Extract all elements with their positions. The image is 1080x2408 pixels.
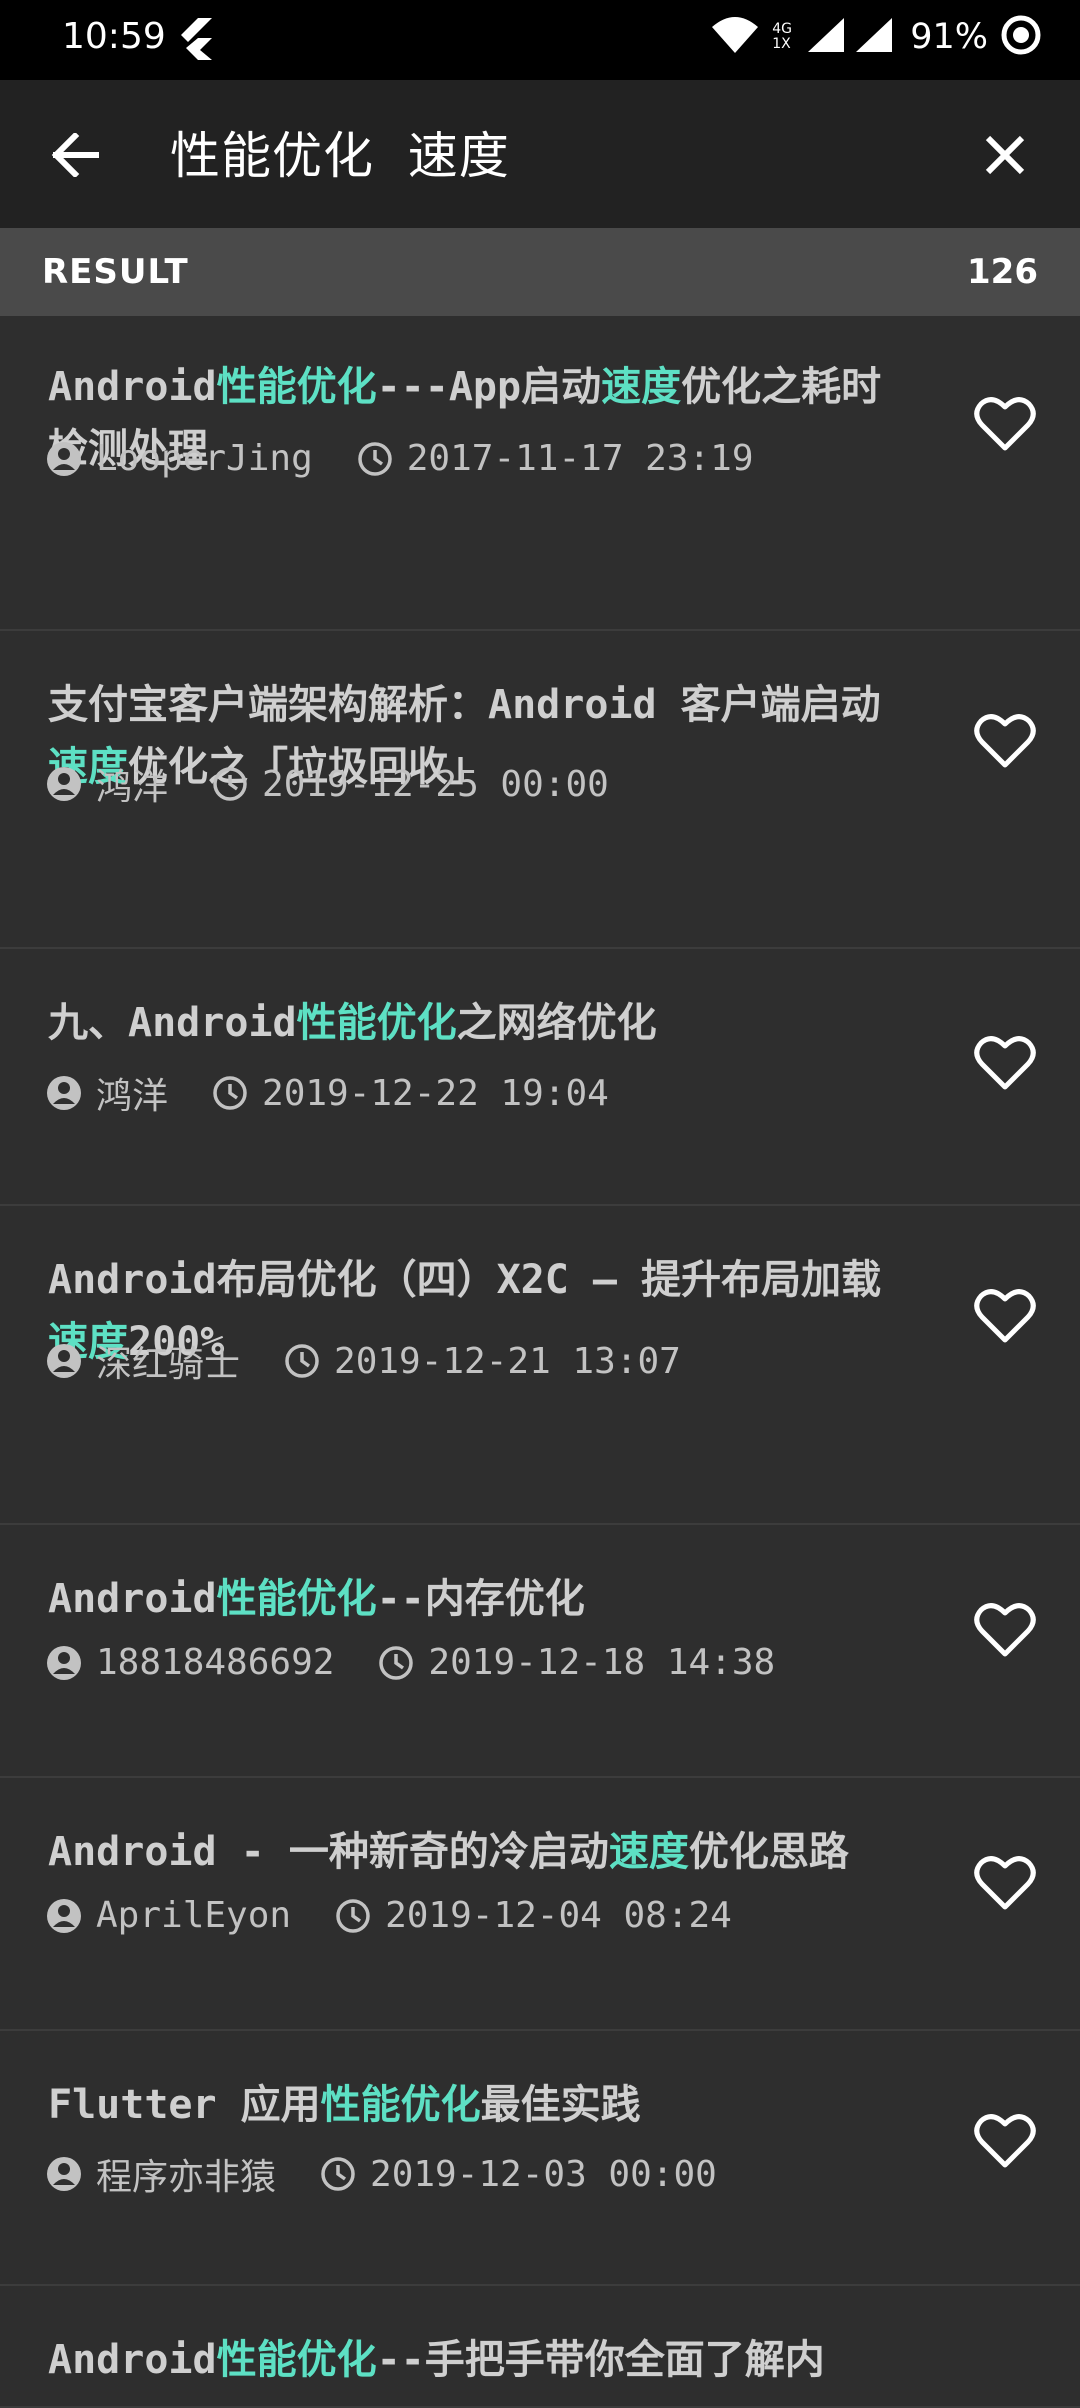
article-author: LooperJing bbox=[96, 438, 313, 479]
signal-icon bbox=[808, 18, 845, 56]
author-icon bbox=[46, 766, 82, 802]
article-item[interactable]: Android布局优化（四）X2C — 提升布局加载速度200% 深红骑士 2019… bbox=[0, 1206, 1080, 1525]
article-item[interactable]: Android性能优化---App启动速度优化之耗时检测处理 LooperJing… bbox=[0, 316, 1080, 631]
article-title: 九、Android性能优化之网络优化 bbox=[48, 992, 898, 1054]
article-item[interactable]: Android - 一种新奇的冷启动速度优化思路 AprilEyon 2019-12… bbox=[0, 1778, 1080, 2031]
title-text: 最佳实践 bbox=[480, 2082, 641, 2128]
article-author: 深红骑士 bbox=[96, 1344, 241, 1385]
article-meta: 程序亦非猿 2019-12-03 00:00 bbox=[46, 2148, 717, 2200]
article-date: 2019-12-04 08:24 bbox=[385, 1895, 732, 1936]
title-highlight: 性能优化 bbox=[216, 1576, 377, 1622]
title-highlight: 性能优化 bbox=[320, 2082, 481, 2128]
article-date: 2019-12-25 00:00 bbox=[262, 763, 609, 805]
article-meta: 鸿洋 2019-12-25 00:00 bbox=[46, 758, 609, 810]
title-text: 之网络优化 bbox=[456, 1000, 657, 1046]
author-icon bbox=[46, 2156, 82, 2192]
author-icon bbox=[46, 1343, 82, 1379]
arrow-back-icon bbox=[51, 133, 99, 177]
clock-icon bbox=[284, 1343, 320, 1379]
title-text: Android - 一种新奇的冷启动 bbox=[48, 1829, 609, 1875]
title-highlight: 性能优化 bbox=[216, 364, 377, 410]
result-label: RESULT bbox=[42, 252, 189, 292]
article-title: Android性能优化--手把手带你全面了解内 bbox=[48, 2329, 898, 2391]
clock-icon bbox=[378, 1645, 414, 1681]
article-title: Flutter 应用性能优化最佳实践 bbox=[48, 2074, 898, 2136]
article-author: AprilEyon bbox=[96, 1895, 292, 1936]
article-meta: LooperJing 2017-11-17 23:19 bbox=[46, 438, 754, 479]
result-count: 126 bbox=[967, 252, 1038, 292]
title-text: Android bbox=[48, 1576, 217, 1622]
author-icon bbox=[46, 1898, 82, 1934]
title-text: --手把手带你全面了解内 bbox=[376, 2337, 825, 2383]
article-date: 2017-11-17 23:19 bbox=[406, 438, 754, 479]
article-date: 2019-12-18 14:38 bbox=[428, 1642, 776, 1683]
status-indicators: 4G 1X 91% bbox=[710, 14, 1042, 60]
article-title: Android - 一种新奇的冷启动速度优化思路 bbox=[48, 1821, 898, 1883]
article-date: 2019-12-03 00:00 bbox=[370, 2153, 717, 2195]
status-time: 10:59 bbox=[62, 16, 166, 57]
network-type-label: 4G 1X bbox=[772, 21, 792, 52]
title-text: --内存优化 bbox=[376, 1576, 585, 1622]
article-date: 2019-12-22 19:04 bbox=[262, 1072, 609, 1114]
title-highlight: 速度 bbox=[601, 364, 682, 410]
favorite-heart-icon[interactable] bbox=[974, 1035, 1036, 1091]
result-header: RESULT 126 bbox=[0, 228, 1080, 316]
article-item[interactable]: Android性能优化--内存优化 18818486692 2019-12-18 1… bbox=[0, 1525, 1080, 1778]
title-text: 九、Android bbox=[48, 1000, 297, 1046]
title-text: 优化思路 bbox=[688, 1829, 849, 1875]
favorite-heart-icon[interactable] bbox=[974, 713, 1036, 769]
search-query[interactable]: 性能优化 速度 bbox=[170, 116, 510, 188]
title-text: ---App启动 bbox=[376, 364, 602, 410]
author-icon bbox=[46, 1645, 82, 1681]
clock-icon bbox=[320, 2156, 356, 2192]
article-item[interactable]: 九、Android性能优化之网络优化鸿洋 2019-12-22 19:04 bbox=[0, 949, 1080, 1206]
favorite-heart-icon[interactable] bbox=[974, 1855, 1036, 1911]
article-author: 程序亦非猿 bbox=[96, 2157, 277, 2198]
title-highlight: 性能优化 bbox=[296, 1000, 457, 1046]
author-icon bbox=[46, 1075, 82, 1111]
article-author: 18818486692 bbox=[96, 1642, 335, 1683]
article-date: 2019-12-21 13:07 bbox=[334, 1340, 681, 1382]
title-highlight: 速度 bbox=[608, 1829, 689, 1875]
article-item[interactable]: 支付宝客户端架构解析：Android 客户端启动速度优化之「垃圾回收」 鸿洋 201… bbox=[0, 631, 1080, 949]
title-text: 支付宝客户端架构解析：Android 客户端启动 bbox=[48, 682, 881, 728]
title-text: Flutter 应用 bbox=[48, 2082, 321, 2128]
title-text: Android bbox=[48, 2337, 217, 2383]
article-meta: 深红骑士 2019-12-21 13:07 bbox=[46, 1335, 681, 1387]
signal-icon-2 bbox=[856, 18, 893, 56]
clear-button[interactable] bbox=[970, 120, 1040, 190]
flutter-icon bbox=[178, 18, 212, 64]
favorite-heart-icon[interactable] bbox=[974, 396, 1036, 452]
favorite-heart-icon[interactable] bbox=[974, 1602, 1036, 1658]
article-item[interactable]: Flutter 应用性能优化最佳实践程序亦非猿 2019-12-03 00:00 bbox=[0, 2031, 1080, 2286]
close-icon bbox=[985, 135, 1025, 175]
title-text: Android布局优化（四）X2C — 提升布局加载 bbox=[48, 1257, 882, 1303]
wifi-icon bbox=[710, 15, 760, 59]
clock-icon bbox=[357, 441, 393, 477]
title-highlight: 性能优化 bbox=[216, 2337, 377, 2383]
favorite-heart-icon[interactable] bbox=[974, 2113, 1036, 2169]
battery-percent: 91% bbox=[910, 17, 988, 57]
clock-icon bbox=[335, 1898, 371, 1934]
article-author: 鸿洋 bbox=[96, 767, 169, 808]
search-app-bar: 性能优化 速度 bbox=[0, 80, 1080, 228]
article-meta: 鸿洋 2019-12-22 19:04 bbox=[46, 1067, 609, 1119]
favorite-heart-icon[interactable] bbox=[974, 1288, 1036, 1344]
article-meta: 18818486692 2019-12-18 14:38 bbox=[46, 1642, 775, 1683]
article-item[interactable]: Android性能优化--手把手带你全面了解内 bbox=[0, 2286, 1080, 2408]
article-list: Android性能优化---App启动速度优化之耗时检测处理 LooperJing… bbox=[0, 316, 1080, 2408]
status-bar: 10:59 4G 1X 91% bbox=[0, 0, 1080, 80]
article-title: Android性能优化--内存优化 bbox=[48, 1568, 898, 1630]
article-meta: AprilEyon 2019-12-04 08:24 bbox=[46, 1895, 732, 1936]
article-author: 鸿洋 bbox=[96, 1076, 169, 1117]
author-icon bbox=[46, 441, 82, 477]
battery-icon bbox=[1000, 14, 1042, 60]
title-text: Android bbox=[48, 364, 217, 410]
back-button[interactable] bbox=[40, 120, 110, 190]
clock-icon bbox=[212, 766, 248, 802]
clock-icon bbox=[212, 1075, 248, 1111]
